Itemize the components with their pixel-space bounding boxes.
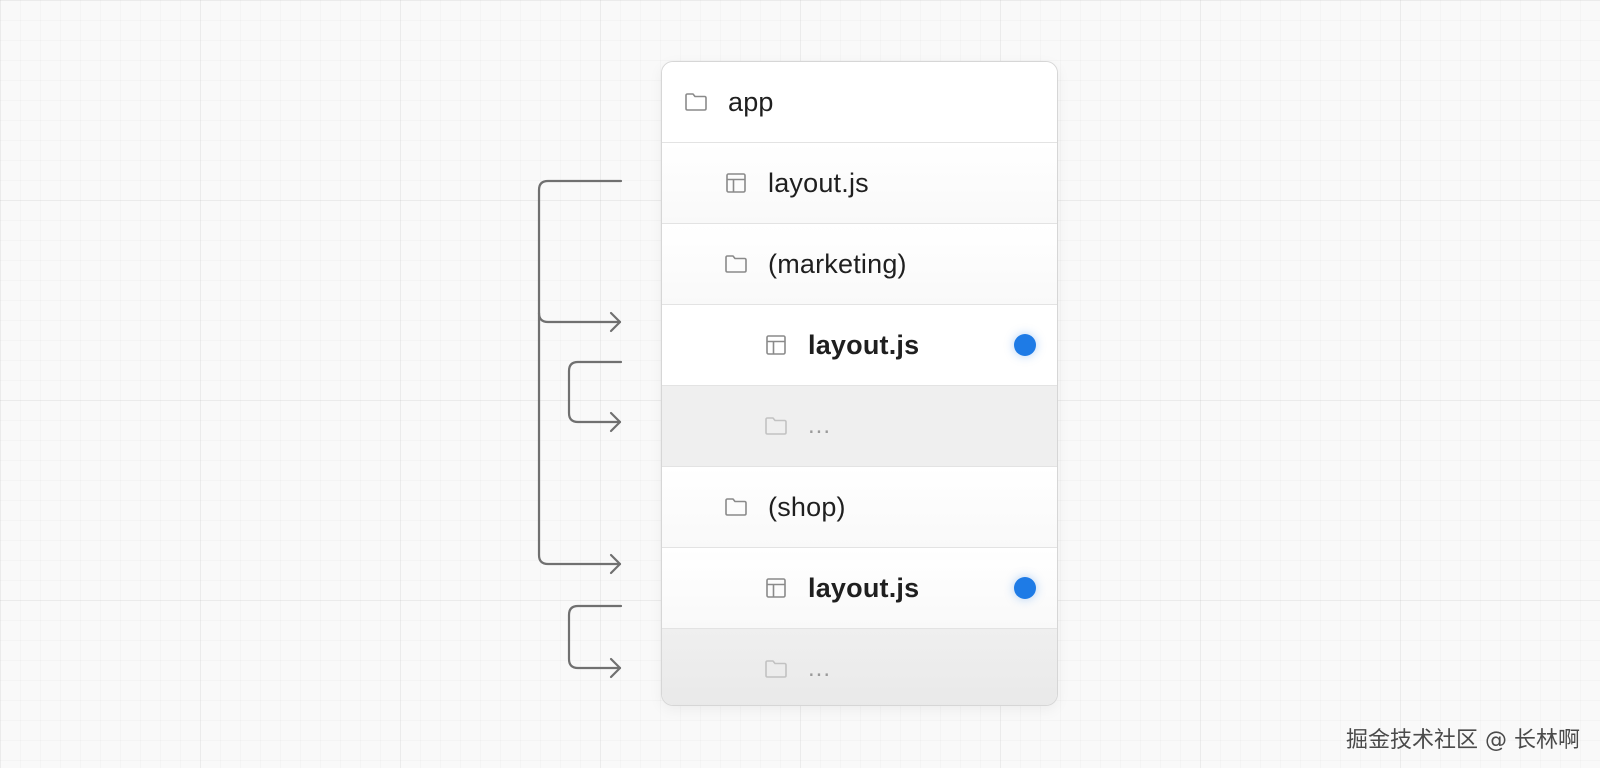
file-tree: app layout.js (marketing) layout.js ... …	[661, 61, 1058, 706]
shop-layout-bracket	[567, 604, 623, 670]
layout-file-icon	[724, 171, 748, 195]
root-layout-bracket	[537, 179, 623, 566]
layout-file-icon	[764, 333, 788, 357]
tree-row-marketing-children[interactable]: ...	[662, 386, 1057, 467]
root-to-marketing-branch	[537, 311, 622, 324]
marketing-layout-bracket	[567, 360, 623, 424]
active-layout-dot	[1014, 334, 1036, 356]
tree-row-label: ...	[808, 412, 832, 439]
tree-row-app[interactable]: app	[662, 62, 1057, 143]
folder-icon	[724, 252, 748, 276]
tree-row-shop-folder[interactable]: (shop)	[662, 467, 1057, 548]
folder-icon	[764, 657, 788, 681]
tree-row-label: layout.js	[808, 329, 920, 360]
tree-row-label: (marketing)	[768, 248, 907, 279]
folder-icon	[764, 414, 788, 438]
tree-row-root-layout[interactable]: layout.js	[662, 143, 1057, 224]
tree-row-shop-children[interactable]: ...	[662, 629, 1057, 705]
tree-row-label: layout.js	[768, 167, 869, 198]
tree-row-marketing-folder[interactable]: (marketing)	[662, 224, 1057, 305]
folder-icon	[724, 495, 748, 519]
tree-row-shop-layout[interactable]: layout.js	[662, 548, 1057, 629]
tree-row-label: (shop)	[768, 491, 846, 522]
active-layout-dot	[1014, 577, 1036, 599]
layout-file-icon	[764, 576, 788, 600]
tree-row-marketing-layout[interactable]: layout.js	[662, 305, 1057, 386]
folder-icon	[684, 90, 708, 114]
tree-row-label: app	[728, 86, 774, 117]
watermark: 掘金技术社区 @ 长林啊	[1346, 728, 1580, 753]
tree-row-label: ...	[808, 655, 832, 682]
tree-row-label: layout.js	[808, 572, 920, 603]
